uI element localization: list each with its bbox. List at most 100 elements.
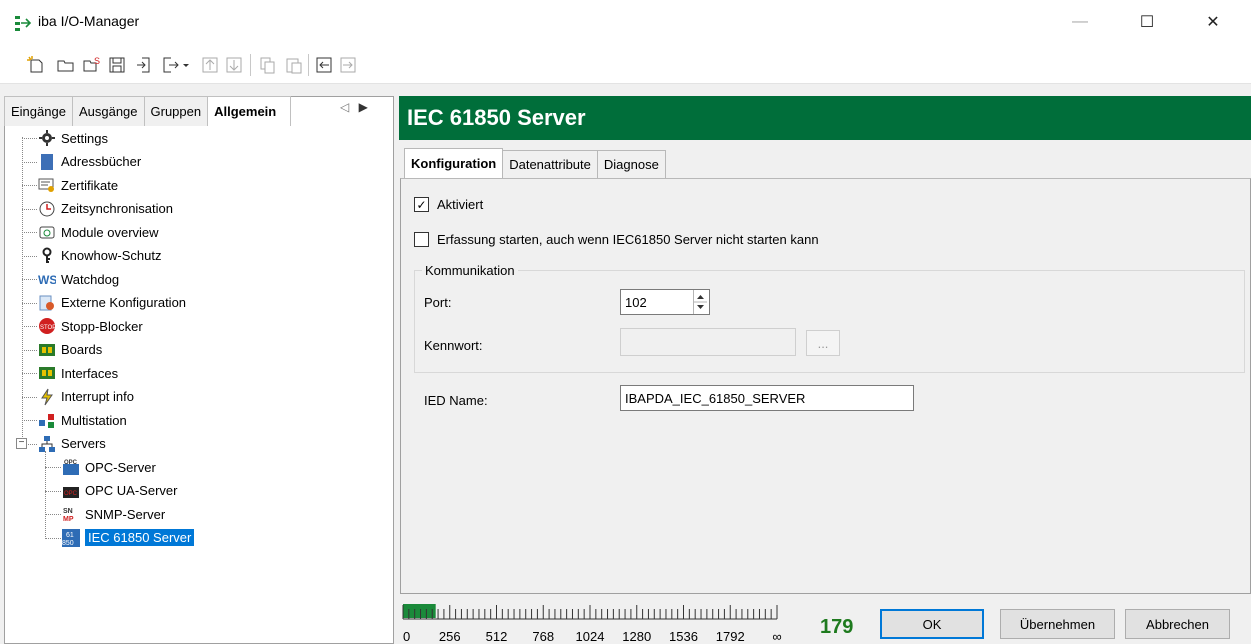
move-right-icon[interactable] [338,55,358,75]
tree-item[interactable]: Interrupt info [38,386,134,408]
tab-diagnose[interactable]: Diagnose [596,150,666,178]
tab-ausgaenge[interactable]: Ausgänge [71,96,145,126]
tree-item-label: Interrupt info [61,389,134,404]
tab-scroll-left-icon[interactable]: ◁ [340,100,349,114]
tree-connector [22,279,37,280]
tree-item[interactable]: Multistation [38,409,127,431]
toolbar: S [0,44,1251,84]
new-icon[interactable] [26,55,46,75]
tree-item-label: Watchdog [61,271,120,287]
tab-eingaenge[interactable]: Eingänge [4,96,73,126]
tree-connector [22,326,37,327]
tree-item[interactable]: Zeitsynchronisation [38,198,173,220]
tree-connector [22,161,37,163]
ied-name-input[interactable]: IBAPDA_IEC_61850_SERVER [620,385,914,411]
kennwort-browse-button[interactable]: ... [806,330,840,356]
tree-item[interactable]: Interfaces [38,362,118,384]
gauge-tick-label: 256 [439,629,461,644]
tree-item[interactable]: Module overview [38,221,159,243]
tree-connector [22,208,37,210]
maximize-button[interactable]: ☐ [1124,0,1170,44]
tree-item[interactable]: Servers [38,433,106,455]
tree-connector [45,537,61,539]
save-icon[interactable] [107,55,127,75]
cancel-button[interactable]: Abbrechen [1125,609,1230,639]
tree-item-label: OPC UA-Server [85,483,178,498]
tree-connector [22,396,37,398]
tree-item[interactable]: STOP Stopp-Blocker [38,315,143,337]
tab-gruppen[interactable]: Gruppen [143,96,209,126]
export-icon[interactable] [161,55,181,75]
svg-text:OPC: OPC [64,491,78,497]
open-special-icon[interactable]: S [82,55,102,75]
svg-text:61: 61 [66,532,74,539]
tree-item[interactable]: Boards [38,339,102,361]
down-icon[interactable] [224,55,244,75]
tree-item[interactable]: Knowhow-Schutz [38,245,161,267]
toolbar-separator [308,54,309,76]
tree-item-label: Settings [61,130,108,146]
tab-datenattribute[interactable]: Datenattribute [502,150,598,178]
tree-item-label: IEC 61850 Server [85,529,195,546]
key-icon [38,247,56,265]
tree-item-label: Knowhow-Schutz [61,248,162,263]
tab-allgemein[interactable]: Allgemein [207,96,292,126]
close-button[interactable]: ✕ [1190,0,1236,44]
tree-item[interactable]: Externe Konfiguration [38,292,186,314]
dropdown-icon[interactable] [180,55,192,75]
kommunikation-group [414,270,1245,373]
tree-connector [22,255,37,257]
interface-icon [38,364,56,382]
kennwort-label: Kennwort: [424,338,483,353]
tab-scroll-right-icon[interactable]: ▶ [359,100,368,114]
board-icon [38,341,56,359]
tree-connector [45,467,61,468]
apply-button[interactable]: Übernehmen [1000,609,1115,639]
app-icon [15,16,32,31]
tree-item[interactable]: SN MP SNMP-Server [62,503,165,525]
up-icon[interactable] [200,55,220,75]
tree-item[interactable]: OPC OPC UA-Server [62,480,177,502]
tree-item-label: SNMP-Server [85,506,166,522]
tree-connector [45,490,61,492]
check-mark-icon: ✓ [416,197,427,212]
tree-item-label: Boards [61,342,103,357]
tree-item-label: Interfaces [61,365,119,381]
tree-item[interactable]: 61 850 IEC 61850 Server [62,527,195,549]
tree-item-label: Zertifikate [61,177,119,193]
tree-item[interactable]: OPC OPC-Server [62,456,156,478]
title-bar: iba I/O-Manager — ☐ ✕ [0,0,1251,44]
tree-connector [22,232,37,233]
window-title: iba I/O-Manager [38,13,140,29]
collapse-toggle-icon[interactable]: − [16,437,27,449]
open-icon[interactable] [56,55,76,75]
tree-item[interactable]: Settings [38,127,108,149]
iec61850-icon: 61 850 [62,528,80,547]
tree-item[interactable]: Adressbücher [38,151,141,173]
move-left-icon[interactable] [314,55,334,75]
gauge-tick-label: 1280 [622,629,651,644]
kennwort-input[interactable] [620,328,796,356]
address-book-icon [38,153,56,171]
port-spinner[interactable] [693,290,707,314]
import-icon[interactable] [134,55,154,75]
tree-item[interactable]: WS Watchdog [38,268,119,290]
tree-item[interactable]: Zertifikate [38,174,118,196]
erfassung-checkbox[interactable] [414,232,429,247]
minimize-button[interactable]: — [1057,0,1103,44]
opc-icon: OPC [62,458,80,476]
svg-text:850: 850 [62,540,74,547]
svg-text:MP: MP [63,516,74,523]
certificate-icon [38,176,56,194]
tab-konfiguration[interactable]: Konfiguration [404,148,504,178]
paste-icon[interactable] [284,55,304,75]
gauge-tick-label: 0 [403,629,410,644]
aktiviert-checkbox[interactable]: ✓ [414,197,429,212]
stop-icon: STOP [38,317,56,335]
count-value: 179 [820,616,854,638]
gauge-tick-label: ∞ [772,629,781,644]
copy-icon[interactable] [258,55,278,75]
ok-button[interactable]: OK [880,609,984,639]
svg-text:OPC: OPC [64,460,78,466]
opc-ua-icon: OPC [62,482,80,500]
